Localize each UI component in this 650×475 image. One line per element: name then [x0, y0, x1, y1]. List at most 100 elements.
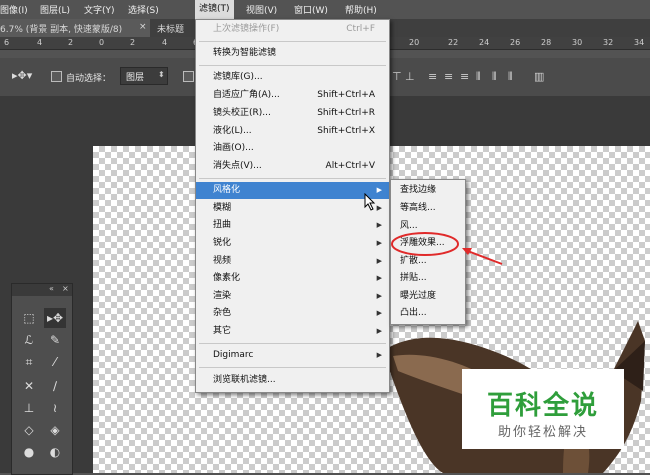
menu-item-lens-correction[interactable]: 镜头校正(R)... Shift+Ctrl+R [196, 105, 389, 122]
menu-item-stylize[interactable]: 风格化 ▶ [196, 182, 389, 199]
distribute-right-icon[interactable]: ⫴ [508, 70, 513, 84]
submenu-item-solarize[interactable]: 曝光过度 [391, 287, 465, 305]
menu-item-vanishing-point[interactable]: 消失点(V)... Alt+Ctrl+V [196, 158, 389, 175]
menu-item-video[interactable]: 视频 ▶ [196, 253, 389, 270]
menu-filter[interactable]: 滤镜(T) [195, 0, 234, 19]
eraser-tool-icon[interactable]: ◇ [18, 420, 40, 440]
lasso-tool-icon[interactable]: ℒ [18, 330, 40, 350]
menu-item-label: 自适应广角(A)... [213, 90, 280, 100]
menu-image[interactable]: 图像(I) [0, 3, 28, 16]
submenu-item-find-edges[interactable]: 查找边缘 [391, 181, 465, 199]
filter-menu: 上次滤镜操作(F) Ctrl+F 转换为智能滤镜 滤镜库(G)... 自适应广角… [195, 19, 390, 393]
menu-item-sharpen[interactable]: 锐化 ▶ [196, 235, 389, 252]
ruler-tick: 2 [130, 38, 136, 47]
distribute-top-icon[interactable]: ≡ [428, 70, 437, 83]
submenu-arrow-icon: ▶ [376, 274, 382, 282]
menu-window[interactable]: 窗口(W) [294, 3, 328, 16]
ruler-tick: 20 [409, 38, 420, 47]
tab-close-icon[interactable]: × [139, 22, 147, 32]
distribute-vcenter-icon[interactable]: ≡ [444, 70, 453, 83]
menu-item-liquify[interactable]: 液化(L)... Shift+Ctrl+X [196, 123, 389, 140]
menu-item-adaptive-wide-angle[interactable]: 自适应广角(A)... Shift+Ctrl+A [196, 87, 389, 104]
menu-item-pixelate[interactable]: 像素化 ▶ [196, 270, 389, 287]
dodge-tool-icon[interactable]: ◐ [44, 442, 66, 462]
submenu-item-label: 查找边缘 [400, 185, 437, 195]
menu-item-oil-paint[interactable]: 油画(O)... [196, 140, 389, 157]
submenu-item-contour[interactable]: 等高线... [391, 199, 465, 217]
menu-view[interactable]: 视图(V) [246, 3, 277, 16]
document-tab-untitled[interactable]: 未标题 [157, 22, 184, 35]
menu-item-convert-smart-filter[interactable]: 转换为智能滤镜 [196, 45, 389, 62]
align-vcenter-icon[interactable]: ⊥ [405, 70, 415, 83]
paint-bucket-tool-icon[interactable]: ◈ [44, 420, 66, 440]
menu-item-blur[interactable]: 模糊 ▶ [196, 200, 389, 217]
history-brush-tool-icon[interactable]: ≀ [44, 398, 66, 418]
transform-controls-checkbox[interactable] [183, 71, 194, 82]
menu-item-distort[interactable]: 扭曲 ▶ [196, 217, 389, 234]
auto-align-icon[interactable]: ▥ [534, 70, 544, 83]
submenu-item-tiles[interactable]: 拼贴... [391, 269, 465, 287]
submenu-arrow-icon: ▶ [376, 351, 382, 359]
quick-select-tool-icon[interactable]: ✎ [44, 330, 66, 350]
menu-separator [199, 65, 386, 66]
menu-help[interactable]: 帮助(H) [345, 3, 377, 16]
toolbox-header[interactable]: « × [12, 284, 72, 296]
menu-item-label: Digimarc [213, 350, 254, 360]
distribute-bottom-icon[interactable]: ≡ [460, 70, 469, 83]
ruler-tick: 22 [448, 38, 459, 47]
stamp-tool-icon[interactable]: ⊥ [18, 398, 40, 418]
menu-separator [199, 343, 386, 344]
distribute-hcenter-icon[interactable]: ⫴ [492, 70, 497, 84]
annotation-circle-icon [391, 232, 459, 256]
menu-item-shortcut: Alt+Ctrl+V [325, 161, 375, 171]
menu-separator [199, 178, 386, 179]
menu-item-label: 油画(O)... [213, 143, 254, 153]
document-tab-active[interactable]: 6.7% (背景 副本, 快速蒙版/8) × [0, 19, 150, 37]
brush-tool-icon[interactable]: ∕ [44, 376, 66, 396]
chevron-down-icon: ⬍ [158, 70, 165, 79]
menu-item-browse-filters-online[interactable]: 浏览联机滤镜... [196, 372, 389, 389]
move-tool-icon-active[interactable]: ▸✥ [44, 308, 66, 328]
eyedropper-tool-icon[interactable]: ⁄ [44, 352, 66, 372]
menu-item-label: 风格化 [213, 185, 241, 195]
menu-bar: 图像(I) 图层(L) 文字(Y) 选择(S) 滤镜(T) 视图(V) 窗口(W… [0, 0, 650, 19]
menu-item-label: 上次滤镜操作(F) [213, 24, 280, 34]
menu-item-last-filter[interactable]: 上次滤镜操作(F) Ctrl+F [196, 21, 389, 38]
menu-item-noise[interactable]: 杂色 ▶ [196, 305, 389, 322]
ruler-tick: 4 [37, 38, 43, 47]
blur-tool-icon[interactable]: ● [18, 442, 40, 462]
menu-item-label: 扭曲 [213, 220, 232, 230]
menu-layer[interactable]: 图层(L) [40, 3, 70, 16]
crop-tool-icon[interactable]: ⌗ [18, 352, 40, 372]
auto-select-checkbox[interactable] [51, 71, 62, 82]
align-top-icon[interactable]: ⊤ [392, 70, 402, 83]
menu-item-render[interactable]: 渲染 ▶ [196, 288, 389, 305]
close-icon[interactable]: × [62, 284, 69, 293]
ruler-tick: 6 [4, 38, 10, 47]
move-tool-icon[interactable]: ▸✥▾ [12, 69, 32, 82]
submenu-arrow-icon: ▶ [376, 309, 382, 317]
healing-tool-icon[interactable]: ✕ [18, 376, 40, 396]
collapse-icon[interactable]: « [49, 284, 54, 293]
menu-item-filter-gallery[interactable]: 滤镜库(G)... [196, 69, 389, 86]
ruler-tick: 34 [634, 38, 645, 47]
auto-select-dropdown[interactable]: 图层 ⬍ [120, 67, 168, 85]
menu-item-label: 消失点(V)... [213, 161, 262, 171]
submenu-item-extrude[interactable]: 凸出... [391, 304, 465, 322]
menu-item-shortcut: Shift+Ctrl+R [317, 108, 375, 118]
menu-item-digimarc[interactable]: Digimarc ▶ [196, 347, 389, 364]
document-tab-label: 6.7% (背景 副本, 快速蒙版/8) [0, 25, 123, 35]
menu-item-shortcut: Ctrl+F [346, 24, 375, 34]
mouse-cursor-icon [364, 193, 376, 211]
menu-item-label: 锐化 [213, 238, 232, 248]
menu-select[interactable]: 选择(S) [128, 3, 159, 16]
distribute-left-icon[interactable]: ⫴ [476, 70, 481, 84]
annotation-arrow-icon [464, 249, 503, 265]
marquee-tool-icon[interactable]: ⬚ [18, 308, 40, 328]
menu-item-other[interactable]: 其它 ▶ [196, 323, 389, 340]
menu-type[interactable]: 文字(Y) [84, 3, 115, 16]
menu-item-label: 转换为智能滤镜 [213, 48, 277, 58]
ruler-tick: 2 [68, 38, 74, 47]
toolbox-panel: « × ⬚ ▸✥ ℒ ✎ ⌗ ⁄ ✕ ∕ ⊥ ≀ ◇ ◈ ● ◐ [11, 283, 73, 475]
submenu-item-label: 凸出... [400, 308, 427, 318]
